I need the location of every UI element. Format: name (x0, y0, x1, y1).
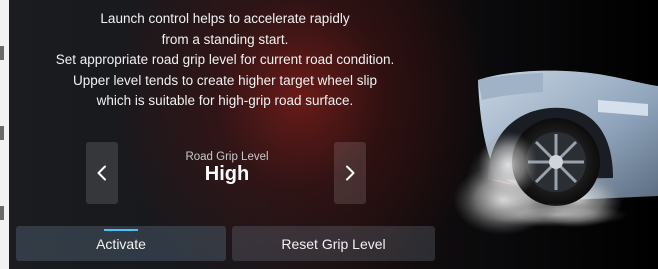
chevron-right-icon (346, 165, 355, 181)
description-line: Set appropriate road grip level for curr… (55, 52, 395, 67)
reset-grip-level-button[interactable]: Reset Grip Level (232, 226, 435, 261)
activate-button[interactable]: Activate (16, 226, 226, 261)
launch-control-description: Launch control helps to accelerate rapid… (9, 9, 441, 112)
description-line: Launch control helps to accelerate rapid… (100, 11, 350, 26)
activate-button-label: Activate (96, 235, 146, 252)
launch-control-screen: Launch control helps to accelerate rapid… (0, 0, 658, 269)
previous-grip-level-button[interactable] (86, 142, 118, 204)
description-line: from a standing start. (161, 31, 289, 47)
activate-indicator-bar (104, 229, 138, 231)
side-panel-edge (0, 0, 9, 269)
reset-grip-level-label: Reset Grip Level (281, 235, 386, 252)
car-wheel-smoke-image (453, 70, 658, 235)
description-line: which is suitable for high-grip road sur… (96, 93, 354, 108)
road-grip-level-label: Road Grip Level (185, 151, 269, 163)
next-grip-level-button[interactable] (334, 142, 366, 204)
description-line: Upper level tends to create higher targe… (73, 72, 377, 88)
road-grip-level-value: High (204, 163, 250, 185)
chevron-left-icon (97, 165, 106, 181)
